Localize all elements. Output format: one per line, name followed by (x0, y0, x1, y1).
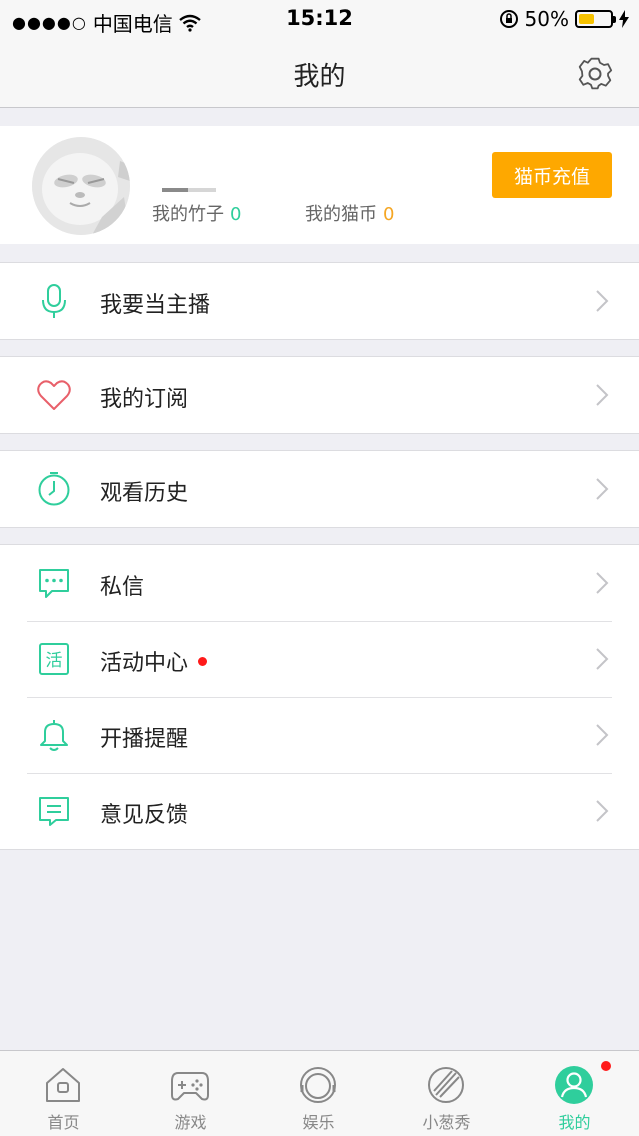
nav-bar: 我的 (0, 40, 639, 108)
menu-item-broadcaster[interactable]: 我要当主播 (0, 263, 639, 339)
chevron-right-icon (596, 724, 609, 746)
menu-item-label: 开播提醒 (100, 727, 189, 752)
tab-profile[interactable]: 我的 (511, 1051, 638, 1136)
event-icon: 活 (39, 643, 69, 675)
tab-home[interactable]: 首页 (0, 1051, 127, 1136)
settings-button[interactable] (577, 56, 613, 92)
event-icon-text: 活 (46, 651, 63, 671)
chevron-right-icon (596, 290, 609, 312)
coin-stat: 我的猫币 0 (305, 200, 394, 226)
gamepad-icon (171, 1072, 209, 1101)
orientation-lock-icon (499, 10, 518, 28)
menu-item-label: 意见反馈 (100, 803, 189, 828)
tab-onion-show[interactable]: 小葱秀 (383, 1051, 510, 1136)
bell-icon (40, 720, 68, 751)
gear-icon (578, 57, 613, 90)
bamboo-label: 我的竹子 (152, 204, 224, 225)
menu-item-feedback[interactable]: 意见反馈 (0, 773, 639, 849)
menu-item-label: 我要当主播 (100, 293, 211, 318)
tab-label: 首页 (47, 1113, 80, 1132)
notification-badge (198, 656, 208, 666)
menu-item-events[interactable]: 活 活动中心 (0, 621, 639, 697)
coin-value: 0 (383, 204, 395, 225)
clock-icon (38, 472, 70, 506)
feedback-icon (39, 797, 69, 826)
menu-item-label: 我的订阅 (100, 387, 189, 412)
tab-bar: 首页 游戏 娱乐 小葱秀 我的 (0, 1050, 639, 1136)
avatar[interactable] (32, 137, 130, 235)
panda-avatar-icon (32, 137, 130, 235)
notification-badge (601, 1061, 611, 1071)
menu-item-messages[interactable]: 私信 (0, 545, 639, 621)
tab-label: 娱乐 (302, 1113, 335, 1132)
status-bar: ●●●●○ 中国电信 15:12 50% (0, 0, 639, 40)
tab-label: 游戏 (174, 1113, 207, 1132)
microphone-icon (42, 284, 66, 318)
menu-group-subscription: 我的订阅 (0, 356, 639, 434)
chevron-right-icon (596, 478, 609, 500)
home-icon (46, 1068, 80, 1102)
username-placeholder (162, 188, 216, 192)
status-right: 50% (499, 7, 629, 31)
onion-show-icon (428, 1067, 464, 1103)
page-title: 我的 (293, 62, 346, 92)
battery-level (579, 14, 594, 24)
events-label-text: 活动中心 (100, 651, 189, 676)
battery-icon (575, 10, 616, 28)
chevron-right-icon (596, 800, 609, 822)
tab-entertainment[interactable]: 娱乐 (255, 1051, 382, 1136)
tab-label: 小葱秀 (422, 1113, 471, 1132)
menu-group-history: 观看历史 (0, 450, 639, 528)
chevron-right-icon (596, 648, 609, 670)
profile-icon (555, 1066, 593, 1104)
coin-label: 我的猫币 (305, 204, 377, 225)
menu-group-broadcast: 我要当主播 (0, 262, 639, 340)
entertainment-icon (300, 1067, 336, 1103)
tab-games[interactable]: 游戏 (127, 1051, 254, 1136)
battery-percent: 50% (524, 7, 569, 31)
menu-item-label: 私信 (100, 575, 145, 600)
charging-bolt-icon (619, 10, 629, 28)
menu-item-reminder[interactable]: 开播提醒 (0, 697, 639, 773)
profile-card: 我的竹子 0 我的猫币 0 猫币充值 (0, 126, 639, 244)
bamboo-value: 0 (230, 204, 242, 225)
heart-icon (37, 380, 71, 410)
chevron-right-icon (596, 384, 609, 406)
chat-bubble-icon (39, 569, 69, 598)
chevron-right-icon (596, 572, 609, 594)
menu-item-label: 观看历史 (100, 481, 189, 506)
menu-item-subscription[interactable]: 我的订阅 (0, 357, 639, 433)
menu-group-misc: 私信 活 活动中心 开播提醒 意见反馈 (0, 544, 639, 850)
tab-label: 我的 (558, 1113, 591, 1132)
menu-item-history[interactable]: 观看历史 (0, 451, 639, 527)
menu-item-label: 活动中心 (100, 645, 208, 677)
bamboo-stat: 我的竹子 0 (152, 200, 241, 226)
recharge-button[interactable]: 猫币充值 (492, 152, 612, 198)
